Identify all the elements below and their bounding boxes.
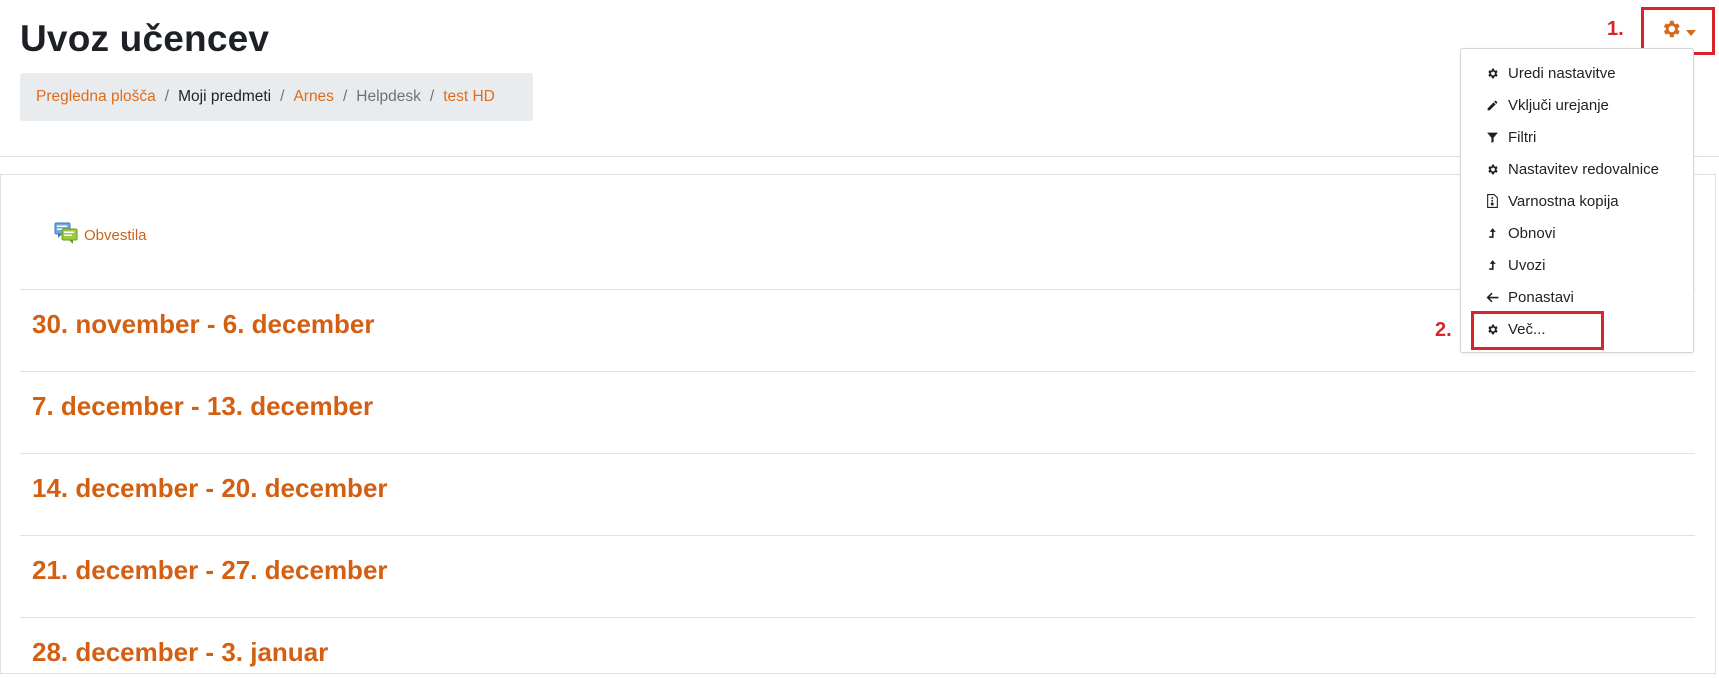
breadcrumb-item-my-courses: Moji predmeti — [178, 88, 272, 105]
settings-dropdown-menu: Uredi nastavitve Vključi urejanje Filtri… — [1460, 48, 1694, 353]
menu-item-label: Ponastavi — [1508, 288, 1574, 306]
level-up-icon — [1485, 258, 1499, 272]
file-archive-icon — [1485, 194, 1499, 208]
annotation-step-2: 2. — [1435, 319, 1452, 341]
pencil-icon — [1485, 98, 1499, 112]
activity-announcements[interactable]: Obvestila — [54, 221, 147, 250]
menu-item-restore[interactable]: Obnovi — [1485, 219, 1556, 247]
gear-icon — [1660, 18, 1682, 45]
course-section: 21. december - 27. december — [20, 535, 1695, 617]
gear-icon — [1485, 66, 1499, 80]
menu-item-reset[interactable]: Ponastavi — [1485, 283, 1574, 311]
menu-item-label: Filtri — [1508, 128, 1537, 146]
breadcrumb-item-helpdesk: Helpdesk — [356, 88, 421, 105]
breadcrumb-separator: / — [429, 88, 435, 105]
section-title[interactable]: 30. november - 6. december — [32, 309, 374, 340]
menu-item-label: Varnostna kopija — [1508, 192, 1619, 210]
annotation-highlight-box — [1471, 311, 1604, 350]
arrow-left-icon — [1485, 290, 1499, 304]
forum-icon — [54, 221, 78, 250]
section-title[interactable]: 28. december - 3. januar — [32, 637, 328, 668]
breadcrumb-item-test-hd[interactable]: test HD — [443, 88, 495, 106]
course-section: 28. december - 3. januar — [20, 617, 1695, 678]
menu-item-filters[interactable]: Filtri — [1485, 123, 1536, 151]
menu-item-label: Uredi nastavitve — [1508, 64, 1616, 82]
activity-label[interactable]: Obvestila — [84, 227, 147, 244]
annotation-step-1: 1. — [1607, 18, 1624, 40]
menu-item-label: Nastavitev redovalnice — [1508, 160, 1659, 178]
page-title: Uvoz učencev — [20, 18, 270, 59]
section-title[interactable]: 7. december - 13. december — [32, 391, 373, 422]
breadcrumb-separator: / — [164, 88, 170, 105]
menu-item-label: Uvozi — [1508, 256, 1546, 274]
breadcrumb: Pregledna plošča / Moji predmeti / Arnes… — [20, 73, 533, 121]
menu-item-label: Vključi urejanje — [1508, 96, 1609, 114]
filter-icon — [1485, 130, 1499, 144]
course-section: 7. december - 13. december — [20, 371, 1695, 453]
menu-item-label: Obnovi — [1508, 224, 1556, 242]
menu-item-import[interactable]: Uvozi — [1485, 251, 1546, 279]
menu-item-turn-editing-on[interactable]: Vključi urejanje — [1485, 91, 1609, 119]
chevron-down-icon — [1686, 29, 1696, 36]
breadcrumb-separator: / — [280, 88, 285, 105]
breadcrumb-item-dashboard[interactable]: Pregledna plošča — [36, 88, 156, 106]
breadcrumb-item-arnes[interactable]: Arnes — [293, 88, 334, 106]
menu-item-gradebook-setup[interactable]: Nastavitev redovalnice — [1485, 155, 1659, 183]
section-title[interactable]: 21. december - 27. december — [32, 555, 388, 586]
level-up-icon — [1485, 226, 1499, 240]
menu-item-edit-settings[interactable]: Uredi nastavitve — [1485, 59, 1616, 87]
section-title[interactable]: 14. december - 20. december — [32, 473, 388, 504]
course-section: 14. december - 20. december — [20, 453, 1695, 535]
menu-item-backup[interactable]: Varnostna kopija — [1485, 187, 1619, 215]
gear-icon — [1485, 162, 1499, 176]
breadcrumb-separator: / — [342, 88, 348, 105]
